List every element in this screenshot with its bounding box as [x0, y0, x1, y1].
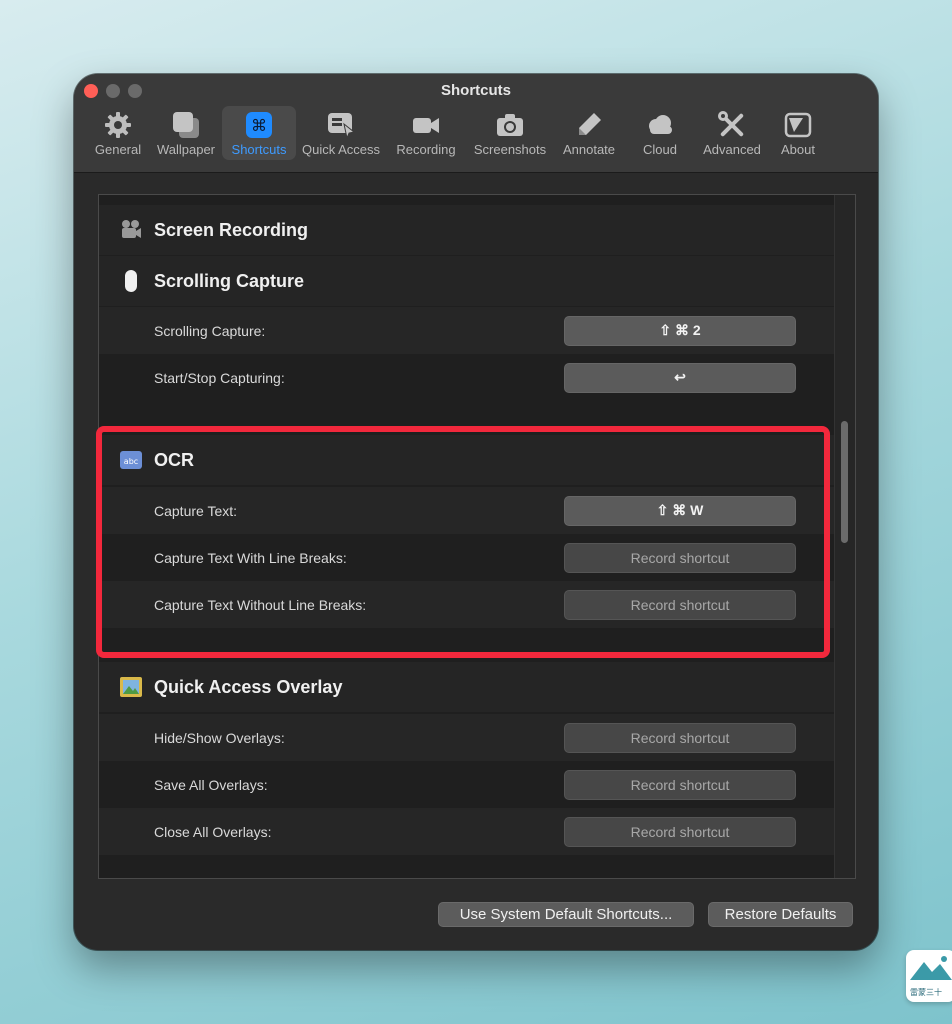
tab-shortcuts-label: Shortcuts [231, 142, 287, 157]
record-shortcut-button[interactable]: Record shortcut [564, 816, 796, 847]
pen-icon [573, 110, 605, 140]
shortcut-recorder-button[interactable]: ⇧ ⌘ W [564, 495, 796, 526]
video-camera-icon [410, 110, 442, 140]
section-title: OCR [154, 449, 194, 470]
shortcut-label: Capture Text Without Line Breaks: [154, 596, 367, 613]
shortcut-row: Scrolling Capture: ⇧ ⌘ 2 [99, 307, 834, 354]
tab-annotate-label: Annotate [562, 142, 616, 157]
shortcut-row: Capture Text: ⇧ ⌘ W [99, 487, 834, 534]
tab-screenshots[interactable]: Screenshots [466, 106, 554, 160]
wallpaper-icon [170, 110, 202, 140]
tab-recording-label: Recording [396, 142, 456, 157]
mountain-icon [910, 956, 952, 980]
picture-icon [119, 675, 143, 699]
quick-access-icon [325, 110, 357, 140]
titlebar: Shortcuts General Wallpaper ⌘ Shortcuts [74, 74, 878, 173]
shortcuts-list[interactable]: Screen Recording Scrolling Capture Scrol… [98, 194, 856, 879]
shortcut-label: Start/Stop Capturing: [154, 369, 285, 386]
watermark-logo: 雷蒙三十 [906, 950, 952, 1002]
shortcut-recorder-button[interactable]: ⇧ ⌘ 2 [564, 315, 796, 346]
use-system-default-shortcuts-button[interactable]: Use System Default Shortcuts... [438, 902, 694, 927]
restore-defaults-button[interactable]: Restore Defaults [708, 902, 853, 927]
scrollbar-thumb[interactable] [841, 421, 848, 543]
gear-icon [102, 110, 134, 140]
tab-quick-access-label: Quick Access [301, 142, 381, 157]
shortcut-label: Hide/Show Overlays: [154, 729, 285, 746]
shortcut-row: Start/Stop Capturing: ↩ [99, 354, 834, 401]
preferences-toolbar: General Wallpaper ⌘ Shortcuts Quick Acce… [86, 106, 828, 164]
svg-text:abc: abc [124, 457, 138, 466]
tab-about[interactable]: About [768, 106, 828, 160]
record-shortcut-button[interactable]: Record shortcut [564, 589, 796, 620]
section-title: Screen Recording [154, 219, 309, 240]
shortcut-label: Close All Overlays: [154, 823, 272, 840]
command-icon: ⌘ [243, 110, 275, 140]
shortcut-row: Hide/Show Overlays: Record shortcut [99, 714, 834, 761]
shortcut-recorder-button[interactable]: ↩ [564, 362, 796, 393]
tab-advanced[interactable]: Advanced [696, 106, 768, 160]
tab-cloud[interactable]: Cloud [624, 106, 696, 160]
window-title: Shortcuts [440, 82, 511, 99]
tab-screenshots-label: Screenshots [473, 142, 547, 157]
preferences-window: Shortcuts General Wallpaper ⌘ Shortcuts [74, 74, 878, 950]
tab-advanced-label: Advanced [703, 142, 761, 157]
section-quick-access-overlay: Quick Access Overlay [99, 662, 834, 712]
scrollbar[interactable] [834, 195, 855, 878]
shortcut-row: Close All Overlays: Record shortcut [99, 808, 834, 855]
tools-icon [716, 110, 748, 140]
record-shortcut-button[interactable]: Record shortcut [564, 769, 796, 800]
section-scrolling-capture: Scrolling Capture [99, 256, 834, 306]
movie-camera-icon [119, 218, 143, 242]
shortcut-row: Capture Text Without Line Breaks: Record… [99, 581, 834, 628]
shortcut-label: Capture Text: [154, 502, 238, 519]
shortcut-row: Capture Text With Line Breaks: Record sh… [99, 534, 834, 581]
tab-general[interactable]: General [86, 106, 150, 160]
tab-about-label: About [781, 142, 815, 157]
shortcut-label: Scrolling Capture: [154, 322, 266, 339]
shortcut-label: Save All Overlays: [154, 776, 268, 793]
tab-wallpaper[interactable]: Wallpaper [150, 106, 222, 160]
section-screen-recording: Screen Recording [99, 205, 834, 255]
tab-general-label: General [94, 142, 142, 157]
section-ocr: abc OCR [99, 435, 834, 485]
tab-recording[interactable]: Recording [386, 106, 466, 160]
shortcut-row: Save All Overlays: Record shortcut [99, 761, 834, 808]
svg-text:⌘: ⌘ [251, 116, 267, 135]
cloud-icon [644, 110, 676, 140]
shortcut-label: Capture Text With Line Breaks: [154, 549, 347, 566]
abc-icon: abc [119, 448, 143, 472]
camera-icon [494, 110, 526, 140]
tab-wallpaper-label: Wallpaper [156, 142, 216, 157]
record-shortcut-button[interactable]: Record shortcut [564, 542, 796, 573]
tab-quick-access[interactable]: Quick Access [296, 106, 386, 160]
record-shortcut-button[interactable]: Record shortcut [564, 722, 796, 753]
section-title: Quick Access Overlay [154, 676, 343, 697]
mouse-icon [119, 269, 143, 293]
about-icon [782, 110, 814, 140]
watermark-text: 雷蒙三十 [910, 988, 942, 997]
tab-cloud-label: Cloud [643, 142, 677, 157]
section-title: Scrolling Capture [154, 270, 305, 291]
tab-annotate[interactable]: Annotate [554, 106, 624, 160]
tab-shortcuts[interactable]: ⌘ Shortcuts [222, 106, 296, 160]
